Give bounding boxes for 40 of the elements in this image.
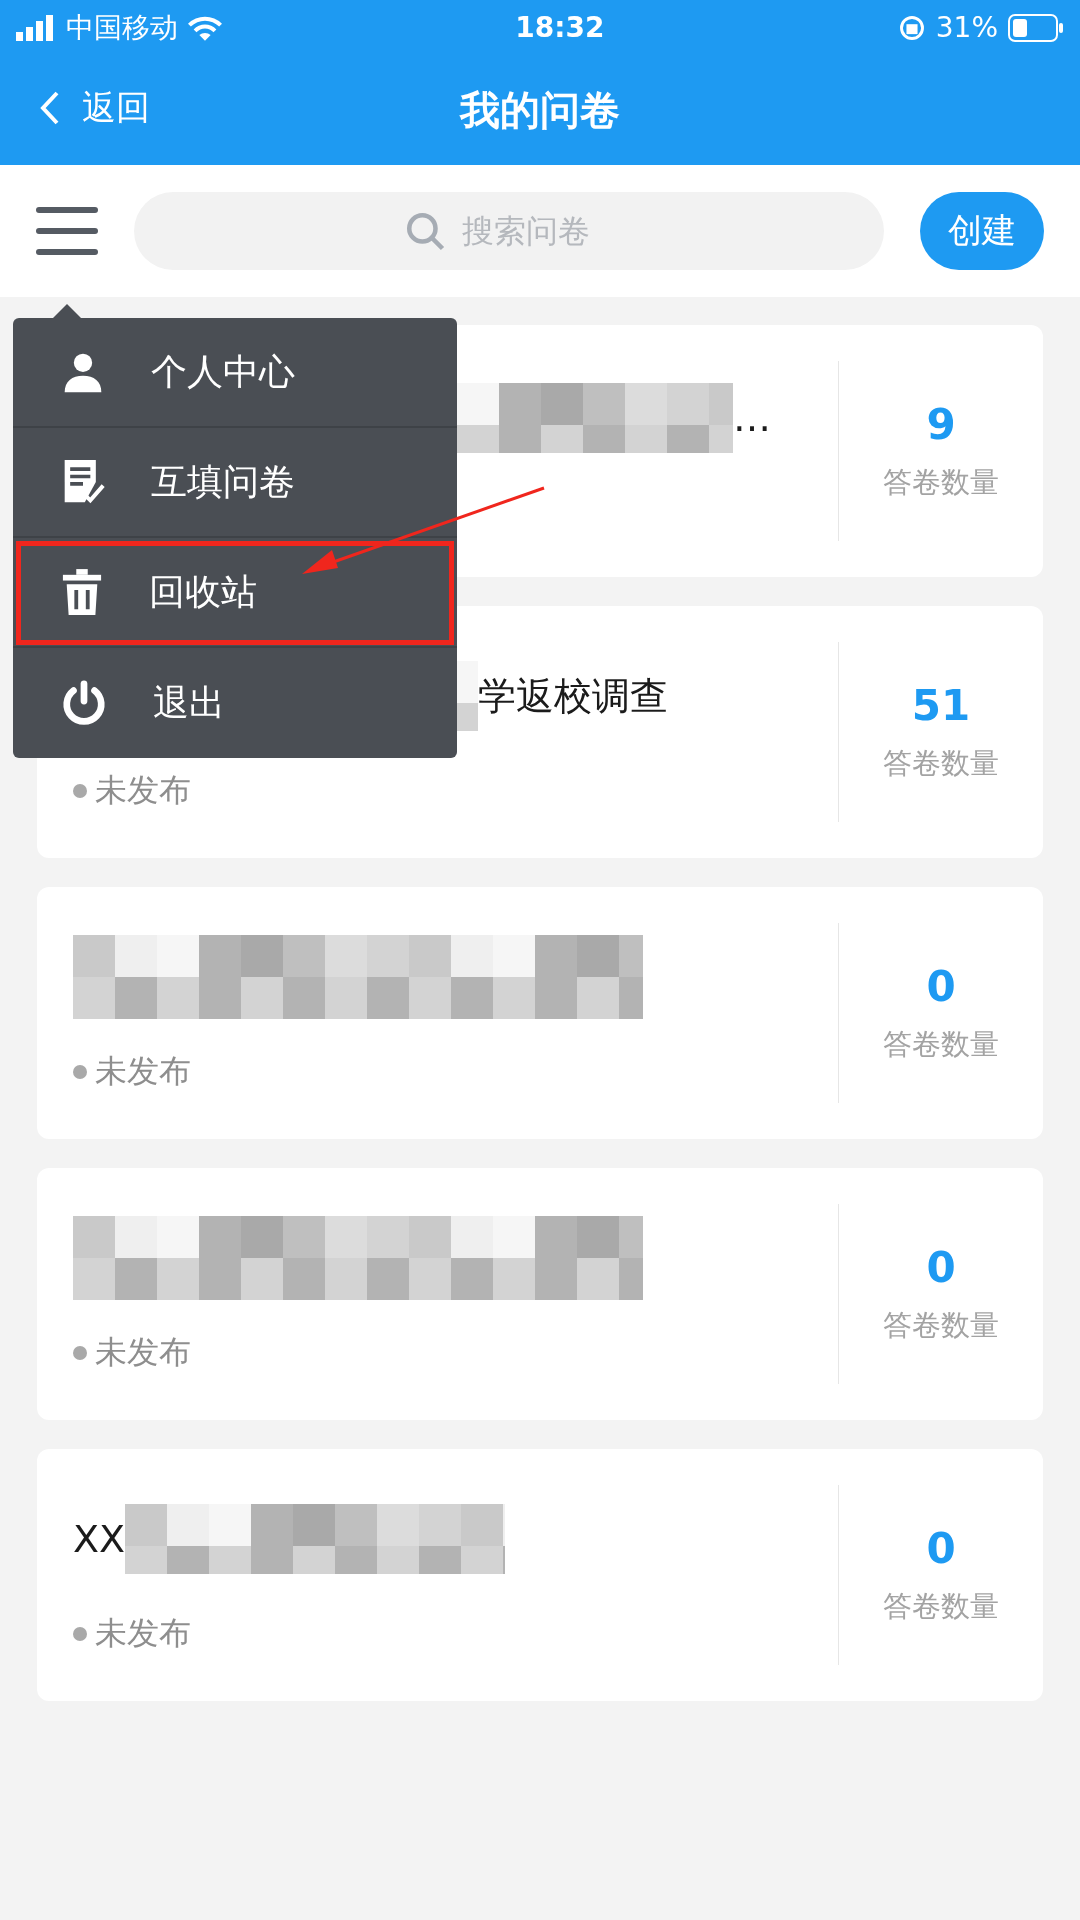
clock-time: 18:32 (515, 11, 605, 44)
status-dot (73, 1627, 87, 1641)
search-field[interactable]: 搜索问卷 (134, 192, 884, 270)
search-icon (404, 210, 446, 252)
menu-icon[interactable] (36, 207, 98, 255)
battery-percent: 31% (935, 11, 998, 44)
survey-card[interactable]: XX 未发布 0 答卷数量 (37, 1449, 1043, 1701)
menu-item[interactable]: 互填问卷 (13, 428, 457, 538)
survey-status: 未发布 (95, 1613, 191, 1654)
response-count-label: 答卷数量 (883, 744, 999, 782)
response-count: 0 (926, 1523, 956, 1573)
status-dot (73, 1346, 87, 1360)
battery-icon (1008, 13, 1064, 42)
page-title: 我的问卷 (460, 85, 620, 135)
trash-icon (61, 569, 103, 615)
survey-title: XX (73, 1517, 126, 1561)
menu-item[interactable]: 回收站 (13, 538, 457, 648)
response-count-label: 答卷数量 (883, 463, 999, 501)
status-dot (73, 784, 87, 798)
power-icon (61, 680, 107, 726)
survey-status: 未发布 (95, 770, 191, 811)
survey-status: 未发布 (95, 1332, 191, 1373)
response-count: 51 (911, 680, 971, 730)
status-dot (73, 1065, 87, 1079)
wifi-icon (188, 14, 222, 41)
response-count: 9 (926, 399, 956, 449)
chevron-left-icon (40, 91, 60, 125)
response-count-label: 答卷数量 (883, 1587, 999, 1625)
signal-icon (16, 14, 56, 41)
response-count: 0 (926, 961, 956, 1011)
response-count-label: 答卷数量 (883, 1306, 999, 1344)
survey-status: 未发布 (95, 1051, 191, 1092)
rotation-lock-icon (897, 13, 926, 42)
response-count: 0 (926, 1242, 956, 1292)
survey-title: … (733, 396, 771, 440)
response-count-label: 答卷数量 (883, 1025, 999, 1063)
carrier-name: 中国移动 (66, 9, 178, 46)
search-input[interactable]: 搜索问卷 (460, 211, 614, 251)
menu-item[interactable]: 个人中心 (13, 318, 457, 428)
survey-title: 学返校调查 (478, 672, 668, 720)
